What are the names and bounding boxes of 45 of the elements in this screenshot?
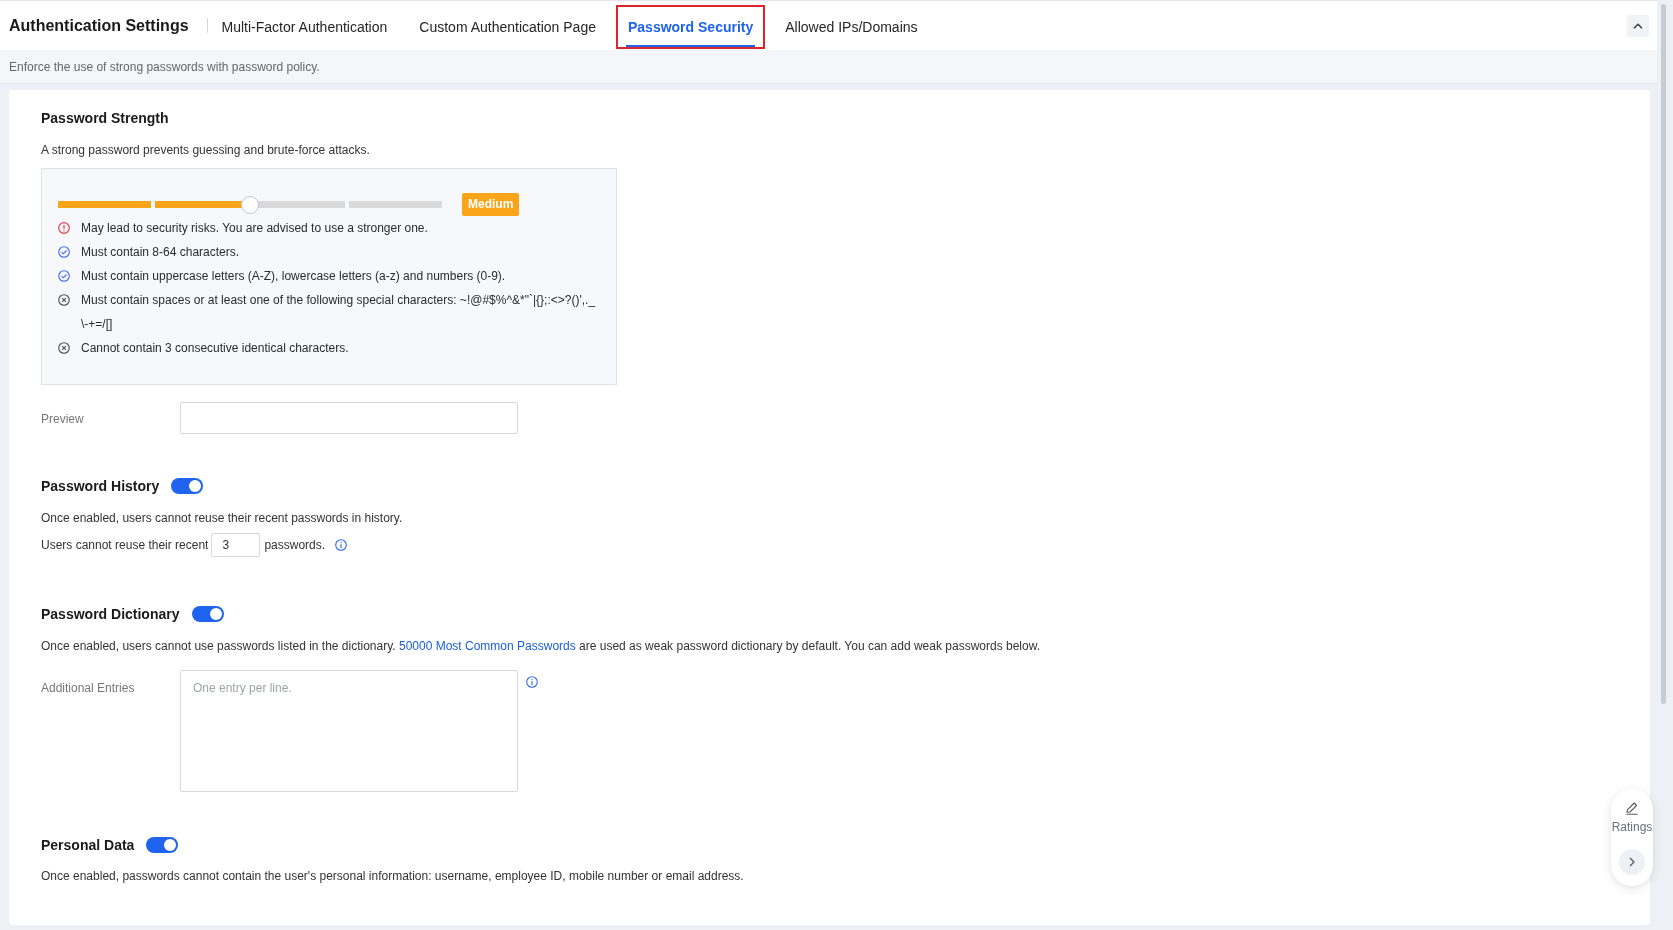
- scrollbar-thumb[interactable]: [1661, 4, 1666, 704]
- rule-text: May lead to security risks. You are advised to use a stronger one.: [81, 220, 428, 237]
- chevron-right-icon: [1629, 857, 1635, 867]
- rule-text: Must contain 8-64 characters.: [81, 244, 240, 261]
- toggle-switch[interactable]: [191, 606, 224, 622]
- collapse-button[interactable]: [1627, 14, 1649, 37]
- section-title: Personal Data: [41, 836, 135, 855]
- section-title: Password Strength: [41, 109, 169, 128]
- section-title: Password Dictionary: [41, 605, 180, 624]
- check-circle-icon: [58, 270, 70, 282]
- rule-text: Cannot contain 3 consecutive identical characters.: [81, 340, 349, 357]
- section-title: Password History: [41, 477, 160, 496]
- page-description: Enforce the use of strong passwords with password policy.: [9, 59, 320, 74]
- slider-thumb[interactable]: [241, 195, 259, 214]
- ratings-button[interactable]: Ratings: [1611, 801, 1653, 834]
- section-description: A strong password prevents guessing and brute-force attacks.: [41, 142, 370, 159]
- history-count-field[interactable]: 3: [211, 533, 261, 557]
- entries-field[interactable]: One entry per line.: [180, 670, 518, 792]
- rule-text: Must contain spaces or at least one of the following special characters: ~!@#$%^&*"`|{};:<>?()',._\-+=/[]: [81, 292, 597, 333]
- tab[interactable]: Custom Authentication Page: [407, 5, 608, 49]
- strength-badge: Medium: [462, 193, 520, 216]
- info-icon[interactable]: [526, 676, 538, 688]
- field-label: Preview: [41, 411, 84, 426]
- common-passwords-link[interactable]: 50000 Most Common Passwords: [399, 639, 576, 653]
- x-circle-icon: [58, 294, 70, 306]
- field-label: Additional Entries: [41, 680, 135, 697]
- rule-text: Must contain uppercase letters (A-Z), lowercase letters (a-z) and numbers (0-9).: [81, 268, 506, 285]
- setting-text: passwords.: [264, 538, 326, 552]
- exclamation-circle-icon: [58, 222, 70, 234]
- x-circle-icon: [58, 342, 70, 354]
- tab[interactable]: Allowed IPs/Domains: [773, 5, 930, 49]
- preview-field[interactable]: [180, 402, 518, 434]
- section-description: Once enabled, passwords cannot contain the user's personal information: username, employee ID, mobile number or email address.: [41, 868, 744, 885]
- chevron-up-icon: [1633, 22, 1643, 29]
- tab[interactable]: Multi-Factor Authentication: [209, 5, 400, 49]
- pencil-icon: [1625, 801, 1639, 815]
- toggle-switch[interactable]: [146, 837, 179, 853]
- info-icon[interactable]: [335, 539, 348, 551]
- section-description: Once enabled, users cannot use passwords listed in the dictionary. 50000 Most Common Passwords are used as weak password dictionary by default. You can add weak passwords below.: [41, 638, 1040, 655]
- toggle-switch[interactable]: [171, 478, 204, 494]
- page-title: Authentication Settings: [9, 15, 189, 36]
- check-circle-icon: [58, 246, 70, 258]
- section-description: Once enabled, users cannot reuse their recent passwords in history.: [41, 510, 403, 527]
- setting-text: Users cannot reuse their recent: [41, 538, 209, 552]
- tab[interactable]: Password Security: [616, 5, 766, 49]
